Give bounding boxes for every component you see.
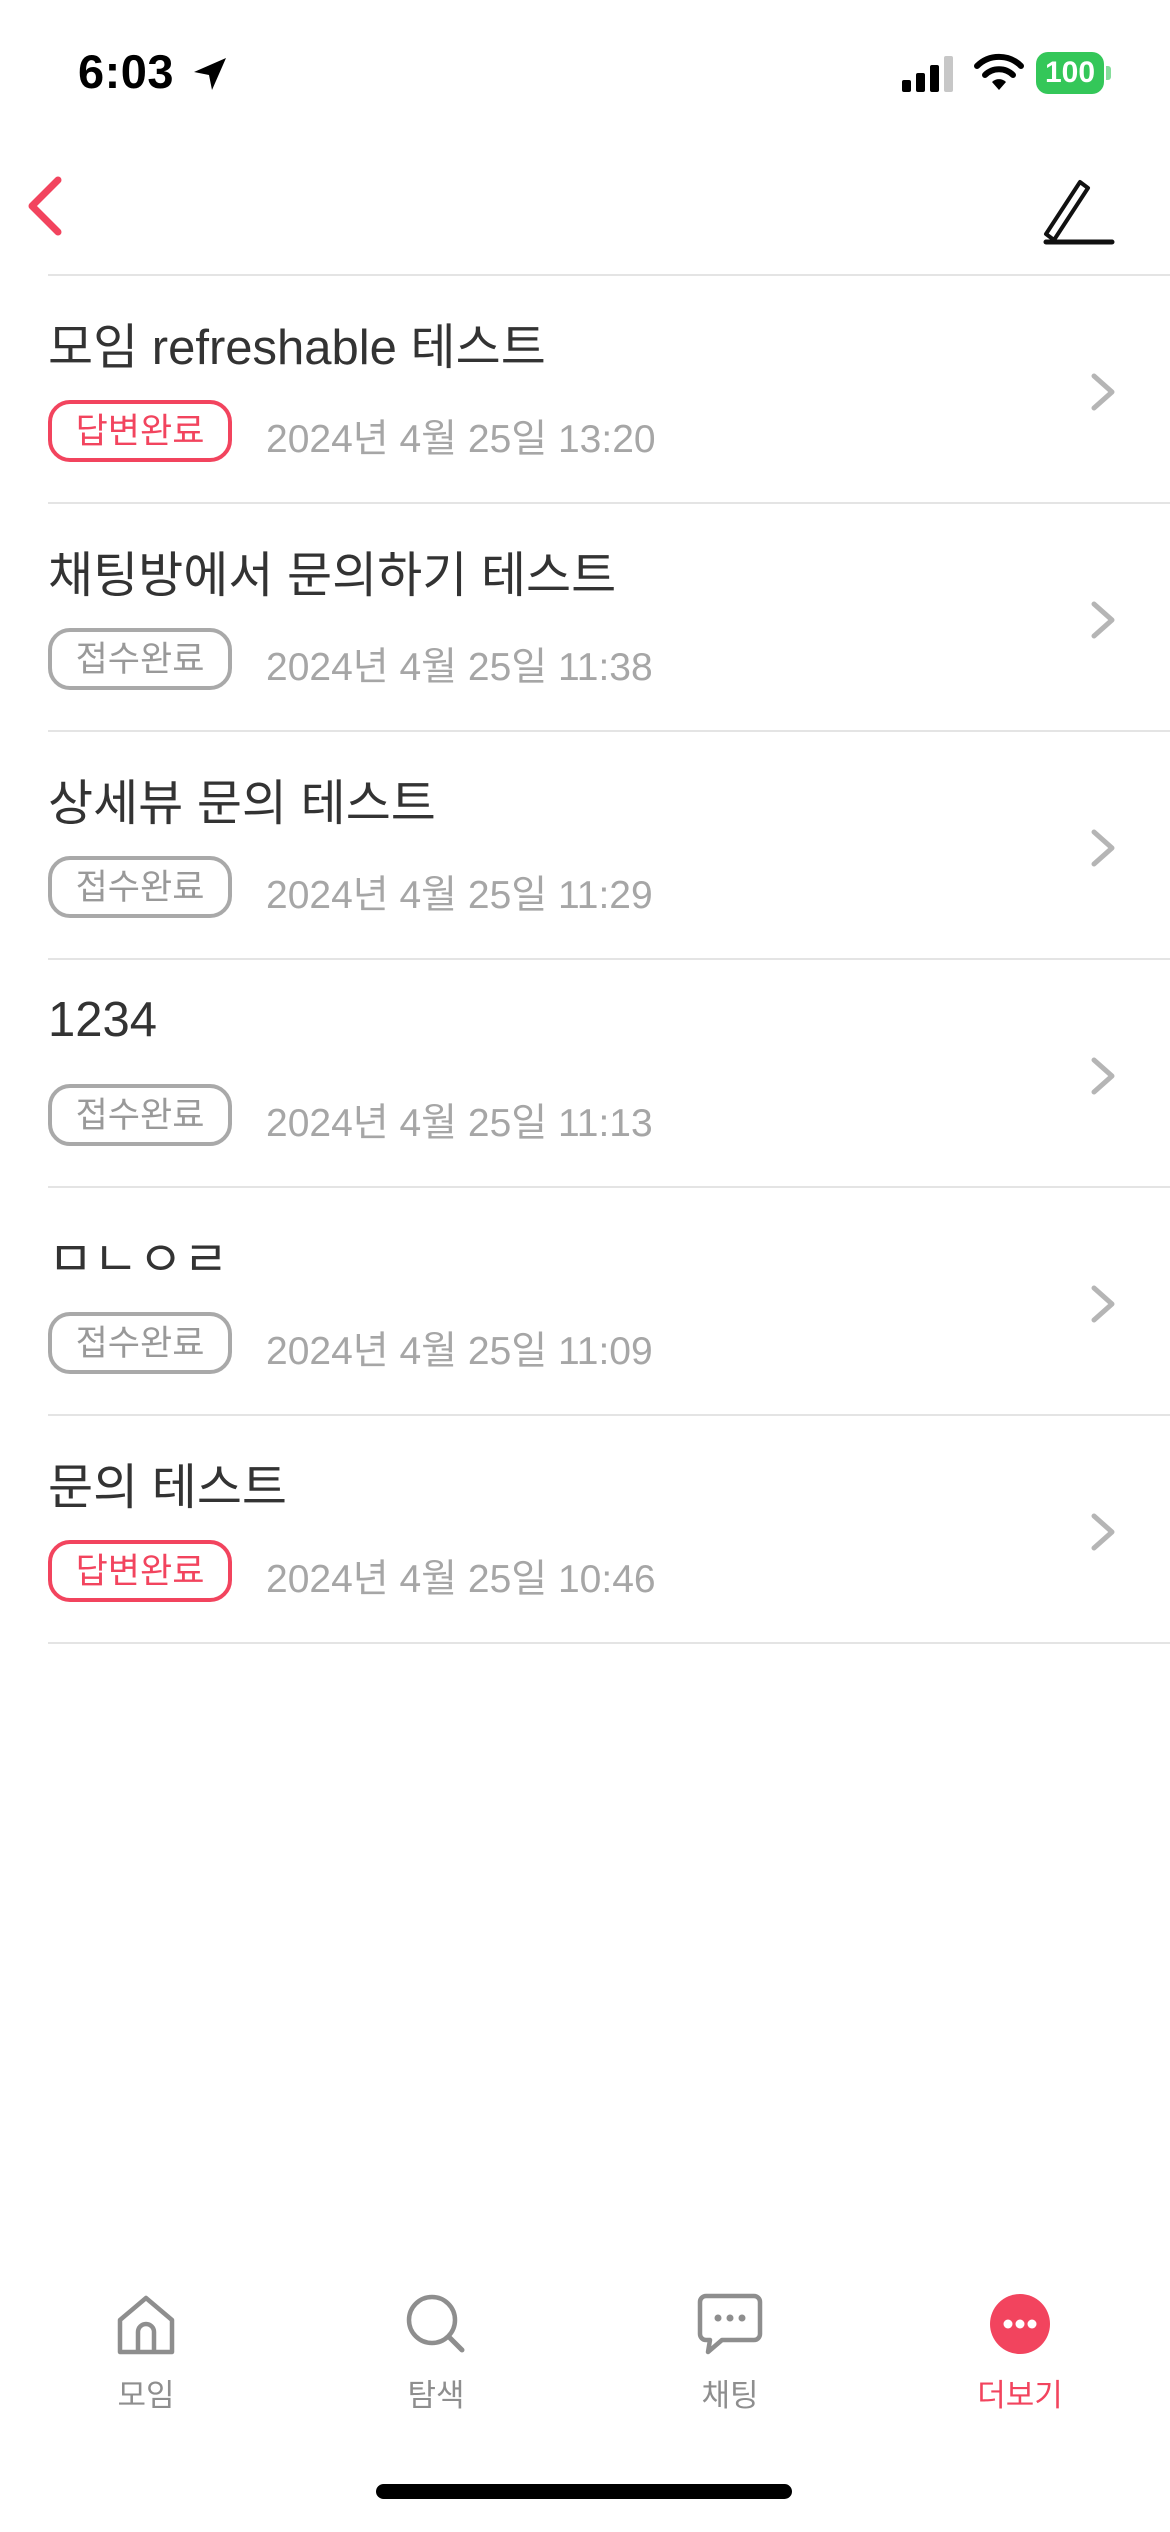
chevron-right-icon — [1091, 373, 1115, 411]
tab-label: 채팅 — [701, 2378, 759, 2413]
inquiry-date: 2024년 4월 25일 11:38 — [266, 646, 653, 689]
chevron-right-icon — [1091, 1285, 1115, 1323]
inquiry-date: 2024년 4월 25일 11:13 — [266, 1102, 653, 1145]
status-badge: 접수완료 — [48, 1084, 232, 1146]
home-icon — [117, 2295, 175, 2355]
chevron-right-icon — [1091, 601, 1115, 639]
inquiry-row[interactable]: ㅁㄴㅇㄹ 접수완료 2024년 4월 25일 11:09 — [0, 1188, 1170, 1416]
location-arrow-icon — [194, 58, 226, 90]
inquiry-row[interactable]: 채팅방에서 문의하기 테스트 접수완료 2024년 4월 25일 11:38 — [0, 504, 1170, 732]
inquiry-row[interactable]: 문의 테스트 답변완료 2024년 4월 25일 10:46 — [0, 1416, 1170, 1644]
inquiry-row[interactable]: 상세뷰 문의 테스트 접수완료 2024년 4월 25일 11:29 — [0, 732, 1170, 960]
inquiry-date: 2024년 4월 25일 10:46 — [266, 1558, 656, 1601]
search-icon — [406, 2294, 465, 2353]
status-badge: 접수완료 — [48, 628, 232, 690]
tab-meeting[interactable]: 모임 — [66, 2290, 226, 2430]
more-icon — [990, 2294, 1050, 2354]
compose-button[interactable] — [1040, 172, 1120, 248]
inquiry-title: 채팅방에서 문의하기 테스트 — [48, 549, 617, 603]
tab-more[interactable]: 더보기 — [940, 2290, 1100, 2430]
wifi-icon — [974, 53, 1024, 90]
cellular-signal-icon — [902, 56, 953, 92]
status-badge: 접수완료 — [48, 1312, 232, 1374]
home-indicator — [376, 2484, 792, 2499]
chevron-right-icon — [1091, 829, 1115, 867]
inquiry-title: 상세뷰 문의 테스트 — [48, 777, 436, 831]
status-badge: 답변완료 — [48, 400, 232, 462]
tab-bar: 모임 탐색 채팅 더보기 — [0, 2290, 1170, 2430]
inquiry-date: 2024년 4월 25일 13:20 — [266, 418, 656, 461]
status-badge: 접수완료 — [48, 856, 232, 918]
inquiry-title: ㅁㄴㅇㄹ — [48, 1233, 229, 1287]
status-time: 6:03 — [78, 45, 175, 98]
inquiry-list: 모임 refreshable 테스트 답변완료 2024년 4월 25일 13:… — [0, 276, 1170, 1644]
inquiry-row[interactable]: 1234 접수완료 2024년 4월 25일 11:13 — [0, 960, 1170, 1188]
inquiry-title: 문의 테스트 — [48, 1461, 288, 1515]
tab-chat[interactable]: 채팅 — [650, 2290, 810, 2430]
battery-level: 100 — [1036, 52, 1104, 94]
chat-bubble-icon — [697, 2293, 763, 2355]
tab-label: 더보기 — [977, 2378, 1063, 2413]
inquiry-title: 1234 — [48, 993, 158, 1047]
tab-explore[interactable]: 탐색 — [356, 2290, 516, 2430]
battery-nub — [1106, 66, 1111, 80]
inquiry-date: 2024년 4월 25일 11:29 — [266, 874, 653, 917]
inquiry-row[interactable]: 모임 refreshable 테스트 답변완료 2024년 4월 25일 13:… — [0, 276, 1170, 504]
status-bar: 6:03 100 — [0, 0, 1170, 150]
battery-icon: 100 — [1036, 52, 1111, 94]
tab-label: 모임 — [117, 2378, 175, 2413]
status-badge: 답변완료 — [48, 1540, 232, 1602]
inquiry-date: 2024년 4월 25일 11:09 — [266, 1330, 653, 1373]
tab-label: 탐색 — [407, 2378, 465, 2413]
inquiry-title: 모임 refreshable 테스트 — [48, 321, 546, 375]
back-button[interactable] — [18, 168, 88, 244]
chevron-right-icon — [1091, 1513, 1115, 1551]
chevron-right-icon — [1091, 1057, 1115, 1095]
